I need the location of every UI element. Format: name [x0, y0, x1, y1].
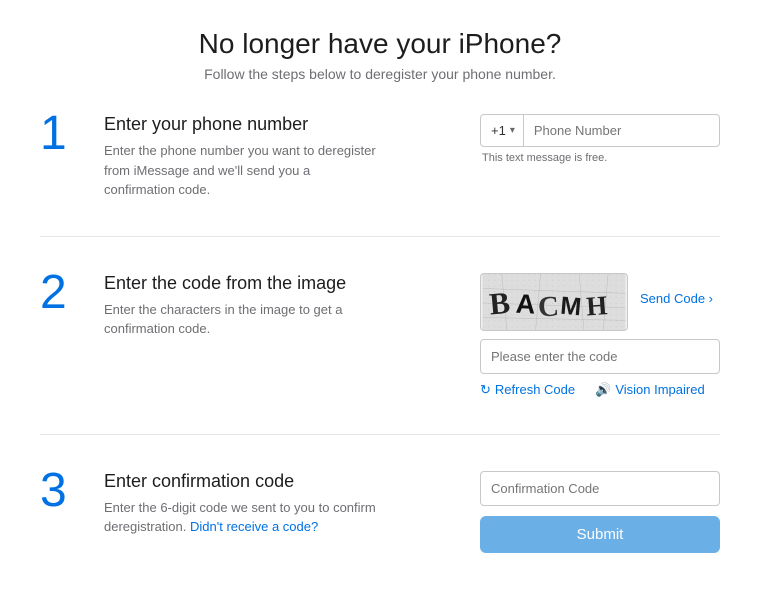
- refresh-code-button[interactable]: ↻ Refresh Code: [480, 382, 575, 398]
- step-2-row: 2 Enter the code from the image Enter th…: [40, 273, 720, 398]
- svg-text:B: B: [488, 284, 512, 321]
- step-2-description: Enter the characters in the image to get…: [104, 300, 384, 339]
- svg-text:M: M: [559, 291, 582, 321]
- speaker-icon: 🔊: [595, 382, 611, 398]
- country-code-selector[interactable]: +1 ▾: [481, 115, 524, 146]
- submit-button[interactable]: Submit: [480, 516, 720, 553]
- send-code-link[interactable]: Send Code: [640, 273, 713, 306]
- step-1-number: 1: [40, 110, 90, 158]
- refresh-code-label: Refresh Code: [495, 382, 575, 397]
- step-3-input-area: Submit: [460, 471, 720, 553]
- captcha-code-input[interactable]: [480, 339, 720, 374]
- captcha-row: B A C M H Send Code: [480, 273, 720, 331]
- step-3-title: Enter confirmation code: [104, 471, 460, 492]
- step-3-number: 3: [40, 467, 90, 515]
- step-1-divider: [40, 236, 720, 237]
- step-2-number: 2: [40, 269, 90, 317]
- step-1-title: Enter your phone number: [104, 114, 460, 135]
- step-1-row: 1 Enter your phone number Enter the phon…: [40, 114, 720, 200]
- refresh-icon: ↻: [480, 382, 491, 398]
- captcha-image: B A C M H: [480, 273, 628, 331]
- page-subtitle: Follow the steps below to deregister you…: [0, 66, 760, 82]
- vision-impaired-button[interactable]: 🔊 Vision Impaired: [595, 382, 705, 398]
- step-3-row: 3 Enter confirmation code Enter the 6-di…: [40, 471, 720, 553]
- step-1-description: Enter the phone number you want to dereg…: [104, 141, 384, 200]
- phone-input-group: +1 ▾: [480, 114, 720, 147]
- step-1-content: Enter your phone number Enter the phone …: [90, 114, 460, 200]
- free-text-label: This text message is free.: [480, 152, 720, 164]
- step-2-input-area: B A C M H Send Code: [460, 273, 720, 398]
- chevron-down-icon: ▾: [510, 125, 515, 136]
- page-title: No longer have your iPhone?: [0, 0, 760, 66]
- captcha-actions: ↻ Refresh Code 🔊 Vision Impaired: [480, 382, 720, 398]
- step-2-inputs: ↻ Refresh Code 🔊 Vision Impaired: [480, 331, 720, 398]
- confirmation-code-input[interactable]: [480, 471, 720, 506]
- didnt-receive-link[interactable]: Didn't receive a code?: [190, 519, 318, 534]
- vision-impaired-label: Vision Impaired: [615, 382, 704, 397]
- step-1-input-area: +1 ▾ This text message is free.: [460, 114, 720, 164]
- step-3-content: Enter confirmation code Enter the 6-digi…: [90, 471, 460, 537]
- phone-number-input[interactable]: [524, 115, 719, 146]
- country-code-value: +1: [491, 123, 506, 138]
- captcha-svg: B A C M H: [481, 274, 627, 330]
- svg-text:C: C: [537, 290, 560, 323]
- steps-container: 1 Enter your phone number Enter the phon…: [20, 114, 740, 553]
- step-2-content: Enter the code from the image Enter the …: [90, 273, 460, 339]
- svg-text:A: A: [515, 288, 536, 319]
- step-3-description: Enter the 6-digit code we sent to you to…: [104, 498, 384, 537]
- step-2-divider: [40, 434, 720, 435]
- svg-text:H: H: [585, 290, 608, 321]
- step-2-title: Enter the code from the image: [104, 273, 460, 294]
